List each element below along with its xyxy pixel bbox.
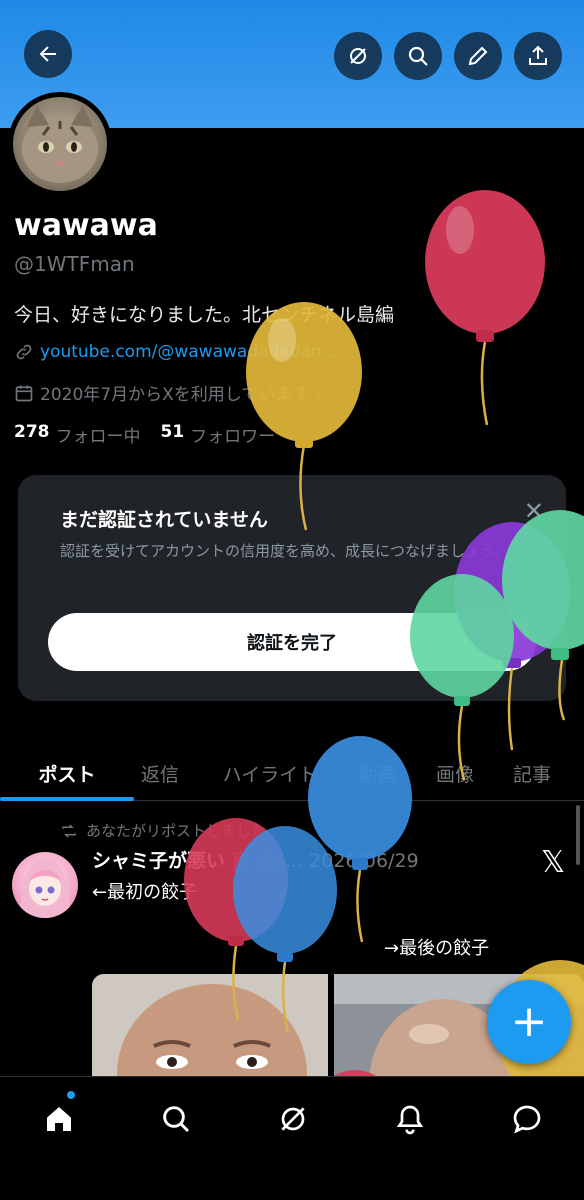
messages-icon [513, 1105, 541, 1134]
profile-name: wawawa [14, 208, 158, 243]
follow-stats: 278 フォロー中 51 フォロワー [14, 422, 275, 447]
post-author-handle[interactable]: 良 @s... [231, 850, 303, 872]
back-arrow-icon [39, 46, 56, 62]
search-button[interactable] [394, 32, 442, 80]
close-icon[interactable]: ✕ [524, 497, 544, 525]
repost-note-text: あなたがリポストしました [86, 822, 267, 840]
followers-count[interactable]: 51 [161, 422, 185, 447]
tab-videos[interactable]: 動画 [340, 745, 414, 801]
share-icon [529, 45, 547, 65]
tab-articles[interactable]: 記事 [496, 745, 568, 801]
post-author-name[interactable]: シャミ子が悪い [92, 850, 225, 872]
x-logo-icon: 𝕏 [541, 845, 566, 880]
repost-icon [62, 823, 76, 838]
profile-tabs: ポスト 返信 ハイライト 動画 画像 記事 [0, 745, 584, 801]
post-header: シャミ子が悪い 良 @s... 2026/06/29 [92, 846, 419, 873]
profile-handle: @1WTFman [14, 252, 135, 276]
edit-icon [468, 46, 488, 66]
following-label[interactable]: フォロー中 [56, 422, 141, 447]
joined-row: 2020年7月からXを利用しています › [14, 380, 322, 405]
plus-icon: + [510, 996, 548, 1047]
home-icon [47, 1107, 71, 1131]
followers-label[interactable]: フォロワー [190, 422, 275, 447]
profile-link-row[interactable]: youtube.com/@wawawadadadan... [14, 342, 338, 362]
scrollbar[interactable] [576, 805, 580, 865]
home-notification-dot [67, 1091, 75, 1099]
balloon-red-top [425, 190, 545, 426]
post-author-avatar[interactable] [12, 852, 78, 918]
post-text-first: ←最初の餃子 [92, 882, 198, 903]
compose-post-button[interactable]: + [487, 980, 571, 1064]
post-image-1[interactable] [92, 974, 328, 1084]
tab-images[interactable]: 画像 [414, 745, 496, 801]
nav-messages[interactable] [507, 1099, 547, 1139]
chevron-right-icon: › [315, 382, 323, 403]
following-count[interactable]: 278 [14, 422, 50, 447]
bottom-navigation [0, 1076, 584, 1200]
grok-icon [281, 1107, 305, 1131]
nav-search[interactable] [156, 1099, 196, 1139]
edit-button[interactable] [454, 32, 502, 80]
post-date: 2026/06/29 [309, 850, 419, 872]
link-icon [16, 344, 32, 360]
back-button[interactable] [24, 30, 72, 78]
notifications-icon [396, 1105, 424, 1135]
nav-notifications[interactable] [390, 1099, 430, 1139]
verify-card: まだ認証されていません ✕ 認証を受けてアカウントの信用度を高め、成長につなげま… [18, 475, 566, 701]
nav-home[interactable] [39, 1099, 79, 1139]
post-text-last: →最後の餃子 [384, 938, 490, 959]
grok-icon [350, 48, 366, 64]
nav-grok[interactable] [273, 1099, 313, 1139]
search-icon [408, 46, 428, 66]
verify-card-title: まだ認証されていません [60, 509, 268, 531]
verify-complete-button[interactable]: 認証を完了 [48, 613, 536, 671]
verify-card-text: 認証を受けてアカウントの信用度を高め、成長につなげましょう。 [60, 542, 510, 560]
repost-note: あなたがリポストしました [60, 820, 266, 841]
profile-avatar[interactable] [8, 92, 112, 196]
tab-posts[interactable]: ポスト [0, 745, 134, 801]
share-button[interactable] [514, 32, 562, 80]
profile-link[interactable]: youtube.com/@wawawadadadan... [40, 342, 338, 362]
tab-replies[interactable]: 返信 [120, 745, 200, 801]
joined-text: 2020年7月からXを利用しています [40, 385, 310, 405]
search-icon [163, 1106, 190, 1133]
grok-button[interactable] [334, 32, 382, 80]
tab-highlights[interactable]: ハイライト [200, 745, 340, 801]
profile-bio: 今日、好きになりました。北センチネル島編 [14, 304, 395, 326]
calendar-icon [15, 385, 33, 401]
